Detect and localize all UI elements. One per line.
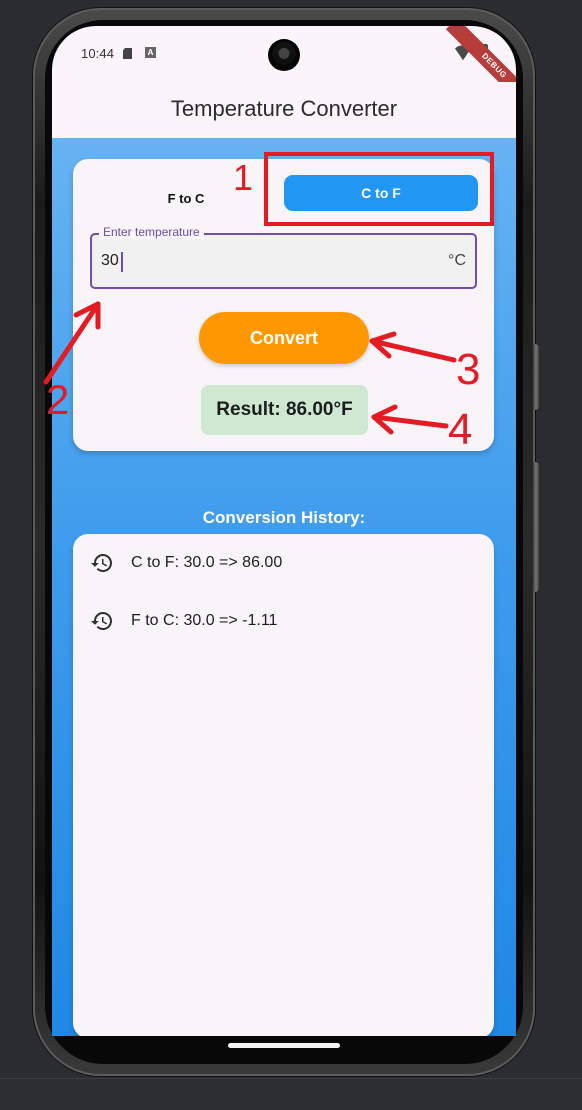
text-caret — [121, 252, 123, 272]
phone-side-button — [533, 344, 539, 410]
temperature-unit: °C — [448, 252, 466, 269]
convert-button[interactable]: Convert — [199, 312, 369, 364]
history-item-text: F to C: 30.0 => -1.11 — [131, 612, 278, 629]
history-card: C to F: 30.0 => 86.00 F to C: 30.0 => -1… — [73, 534, 494, 1036]
camera-icon — [268, 39, 300, 71]
screenshot-canvas: 10:44 A DEBUG Temperature Converter F to… — [0, 0, 582, 1110]
temperature-field-label: Enter temperature — [99, 225, 204, 239]
result-box: Result: 86.00°F — [201, 385, 368, 435]
temperature-input[interactable] — [101, 247, 431, 275]
status-time: 10:44 — [81, 46, 115, 61]
sd-card-icon — [123, 48, 132, 59]
home-indicator[interactable] — [228, 1043, 340, 1048]
converter-card: F to C C to F Enter temperature °C Conve… — [73, 159, 494, 451]
phone-screen: 10:44 A DEBUG Temperature Converter F to… — [52, 26, 516, 1036]
c-to-f-toggle[interactable]: C to F — [284, 175, 478, 211]
history-icon — [91, 554, 112, 572]
temperature-field[interactable]: Enter temperature °C — [90, 225, 477, 289]
history-item-text: C to F: 30.0 => 86.00 — [131, 554, 283, 571]
history-item[interactable]: F to C: 30.0 => -1.11 — [90, 605, 470, 639]
history-item[interactable]: C to F: 30.0 => 86.00 — [90, 547, 470, 581]
phone-side-button — [533, 462, 539, 592]
page-title: Temperature Converter — [170, 96, 398, 121]
bottom-strip — [0, 1078, 582, 1110]
a-icon: A — [145, 47, 156, 58]
status-bar: 10:44 A DEBUG — [52, 26, 516, 115]
history-icon — [91, 612, 112, 630]
history-title: Conversion History: — [202, 508, 366, 527]
app-bar: Temperature Converter — [52, 82, 516, 138]
f-to-c-toggle[interactable]: F to C — [141, 184, 231, 212]
